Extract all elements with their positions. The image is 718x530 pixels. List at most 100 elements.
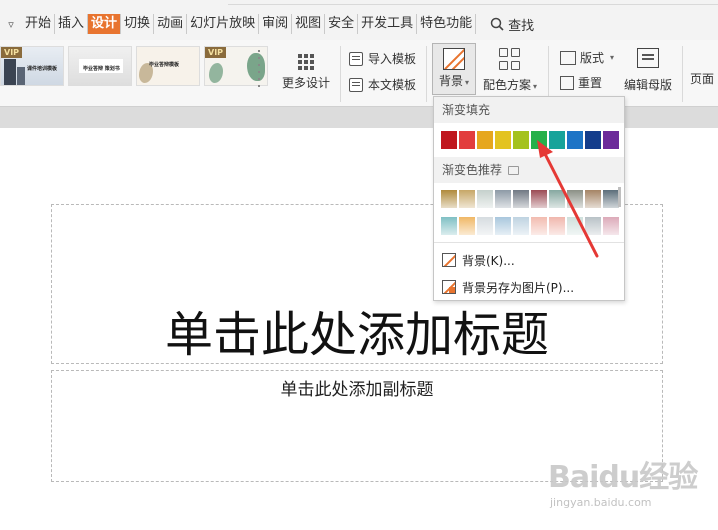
color-swatch[interactable] bbox=[477, 217, 493, 235]
layout-button[interactable]: 版式 ▾ bbox=[560, 49, 614, 66]
dropdown-scrollbar[interactable] bbox=[618, 187, 621, 207]
menu-toggle-icon[interactable]: ▿ bbox=[0, 18, 22, 31]
page-label: 页面 bbox=[690, 72, 715, 86]
vip-badge: VIP bbox=[1, 47, 23, 58]
watermark-url: jingyan.baidu.com bbox=[550, 496, 652, 509]
page-button[interactable]: 页面 bbox=[690, 70, 714, 87]
tab-view[interactable]: 视图 bbox=[292, 14, 326, 34]
color-swatch[interactable] bbox=[477, 131, 493, 149]
background-settings-item[interactable]: 背景(K)... bbox=[442, 248, 515, 272]
this-template-label: 本文模板 bbox=[368, 78, 417, 92]
reset-label: 重置 bbox=[578, 76, 603, 90]
save-background-image-label: 背景另存为图片(P)... bbox=[462, 280, 575, 295]
color-scheme-button[interactable]: 配色方案 ▾ bbox=[480, 46, 540, 93]
template-thumbnail[interactable]: VIP 课件培训模板 bbox=[0, 46, 64, 86]
color-swatch[interactable] bbox=[549, 131, 565, 149]
color-scheme-label: 配色方案 bbox=[482, 78, 531, 92]
background-button[interactable]: 背景 ▾ bbox=[432, 43, 476, 95]
gallery-scroll-icon[interactable] bbox=[258, 50, 260, 87]
gradient-fill-title: 渐变填充 bbox=[442, 103, 491, 117]
subtitle-placeholder-text: 单击此处添加副标题 bbox=[280, 380, 434, 400]
search-label: 查找 bbox=[508, 18, 535, 34]
color-swatch[interactable] bbox=[513, 131, 529, 149]
template-title: 毕业答辩模板 bbox=[149, 62, 180, 68]
grid-icon bbox=[278, 54, 334, 70]
thumbnail-art bbox=[17, 67, 25, 85]
search-button[interactable]: 查找 bbox=[490, 15, 534, 34]
import-template-icon bbox=[349, 51, 363, 66]
recommended-swatches-row2 bbox=[441, 217, 619, 235]
gradient-fill-header: 渐变填充 bbox=[434, 97, 624, 123]
color-swatch[interactable] bbox=[603, 190, 619, 208]
color-swatch[interactable] bbox=[549, 217, 565, 235]
search-icon bbox=[490, 17, 504, 31]
color-swatch[interactable] bbox=[603, 217, 619, 235]
color-swatch[interactable] bbox=[459, 190, 475, 208]
color-swatch[interactable] bbox=[459, 217, 475, 235]
reset-button[interactable]: 重置 bbox=[560, 74, 602, 91]
reset-icon bbox=[560, 75, 574, 90]
more-design-label: 更多设计 bbox=[281, 76, 330, 90]
color-swatch[interactable] bbox=[531, 217, 547, 235]
color-swatch[interactable] bbox=[603, 131, 619, 149]
save-background-image-item[interactable]: 背景另存为图片(P)... bbox=[442, 275, 574, 299]
watermark-logo: Baidu经验 bbox=[548, 460, 698, 495]
save-image-icon bbox=[442, 280, 456, 294]
master-icon bbox=[637, 48, 659, 68]
color-swatch[interactable] bbox=[531, 131, 547, 149]
template-title: 毕业答辩 策划书 bbox=[83, 66, 120, 72]
chevron-down-icon: ▾ bbox=[610, 53, 615, 62]
color-swatch[interactable] bbox=[459, 131, 475, 149]
tab-developer[interactable]: 开发工具 bbox=[358, 14, 418, 34]
gradient-fill-swatches bbox=[441, 131, 619, 149]
layout-icon bbox=[560, 50, 576, 65]
recommended-swatches-row1 bbox=[441, 190, 619, 208]
ribbon-divider bbox=[548, 46, 549, 102]
color-swatch[interactable] bbox=[495, 131, 511, 149]
watermark: Baidu经验 jingyan.baidu.com bbox=[548, 452, 708, 522]
import-template-label: 导入模板 bbox=[368, 52, 417, 66]
edit-master-button[interactable]: 编辑母版 bbox=[620, 46, 676, 93]
background-icon bbox=[443, 48, 465, 70]
color-swatch[interactable] bbox=[567, 190, 583, 208]
import-template-button[interactable]: 导入模板 bbox=[349, 50, 416, 67]
template-thumbnail[interactable]: 毕业答辩 策划书 bbox=[68, 46, 132, 86]
this-template-button[interactable]: 本文模板 bbox=[349, 76, 416, 93]
tab-insert[interactable]: 插入 bbox=[55, 14, 89, 34]
edit-master-label: 编辑母版 bbox=[623, 78, 672, 92]
color-swatch[interactable] bbox=[495, 190, 511, 208]
color-swatch[interactable] bbox=[585, 131, 601, 149]
color-swatch[interactable] bbox=[513, 190, 529, 208]
thumbnail-art bbox=[247, 53, 265, 81]
color-swatch[interactable] bbox=[495, 217, 511, 235]
color-swatch[interactable] bbox=[513, 217, 529, 235]
tab-review[interactable]: 审阅 bbox=[259, 14, 293, 34]
tab-slideshow[interactable]: 幻灯片放映 bbox=[187, 14, 260, 34]
color-swatch[interactable] bbox=[567, 217, 583, 235]
background-icon bbox=[442, 253, 456, 267]
color-swatch[interactable] bbox=[585, 190, 601, 208]
color-swatch[interactable] bbox=[441, 217, 457, 235]
tab-transition[interactable]: 切换 bbox=[121, 14, 155, 34]
more-design-button[interactable]: 更多设计 bbox=[278, 54, 334, 91]
comment-icon bbox=[508, 165, 520, 175]
color-swatch[interactable] bbox=[549, 190, 565, 208]
recommended-header: 渐变色推荐 bbox=[434, 157, 624, 183]
color-swatch[interactable] bbox=[477, 190, 493, 208]
color-scheme-icon bbox=[499, 48, 521, 70]
tab-design[interactable]: 设计 bbox=[88, 14, 122, 34]
template-thumbnail[interactable]: 毕业答辩模板 bbox=[136, 46, 200, 86]
template-gallery: VIP 课件培训模板 毕业答辩 策划书 毕业答辩模板 VIP bbox=[0, 46, 268, 86]
tab-start[interactable]: 开始 bbox=[22, 14, 56, 34]
color-swatch[interactable] bbox=[585, 217, 601, 235]
color-swatch[interactable] bbox=[441, 131, 457, 149]
color-swatch[interactable] bbox=[531, 190, 547, 208]
tab-security[interactable]: 安全 bbox=[325, 14, 359, 34]
vip-badge: VIP bbox=[205, 47, 227, 58]
background-label: 背景 bbox=[438, 74, 463, 88]
tab-special-features[interactable]: 特色功能 bbox=[417, 14, 477, 34]
background-settings-label: 背景(K)... bbox=[462, 253, 515, 268]
color-swatch[interactable] bbox=[567, 131, 583, 149]
tab-animation[interactable]: 动画 bbox=[154, 14, 188, 34]
color-swatch[interactable] bbox=[441, 190, 457, 208]
